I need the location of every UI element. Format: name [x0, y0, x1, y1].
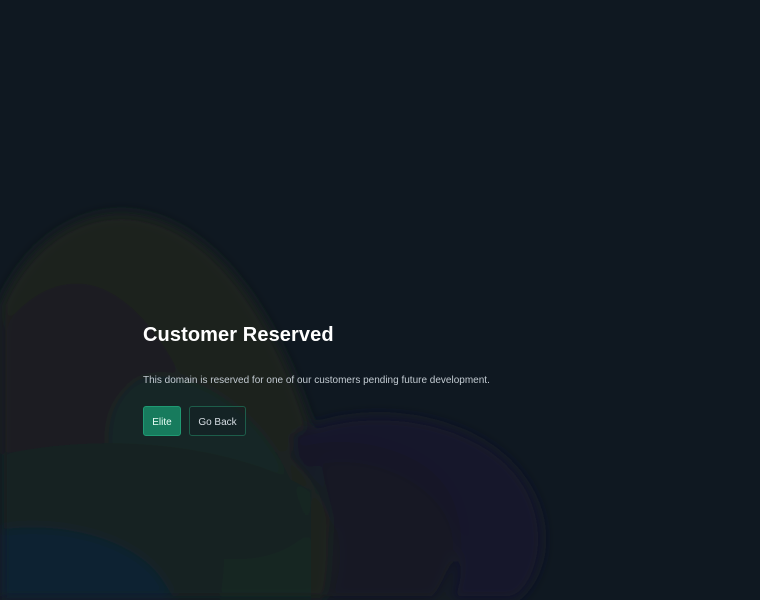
purple-arc	[291, 416, 543, 600]
reserved-page: Customer Reserved This domain is reserve…	[0, 0, 760, 600]
background-art	[0, 213, 543, 600]
page-description: This domain is reserved for one of our c…	[143, 375, 490, 386]
go-back-button[interactable]: Go Back	[189, 406, 246, 436]
teal-shape	[108, 376, 306, 560]
dark-purple-overlap	[285, 442, 460, 600]
page-title: Customer Reserved	[143, 324, 334, 346]
action-buttons: Elite Go Back	[143, 406, 246, 436]
blue-arc	[0, 527, 173, 600]
reserved-content: Customer Reserved This domain is reserve…	[143, 322, 703, 436]
elite-button[interactable]: Elite	[143, 406, 181, 436]
green-arc	[0, 443, 311, 600]
